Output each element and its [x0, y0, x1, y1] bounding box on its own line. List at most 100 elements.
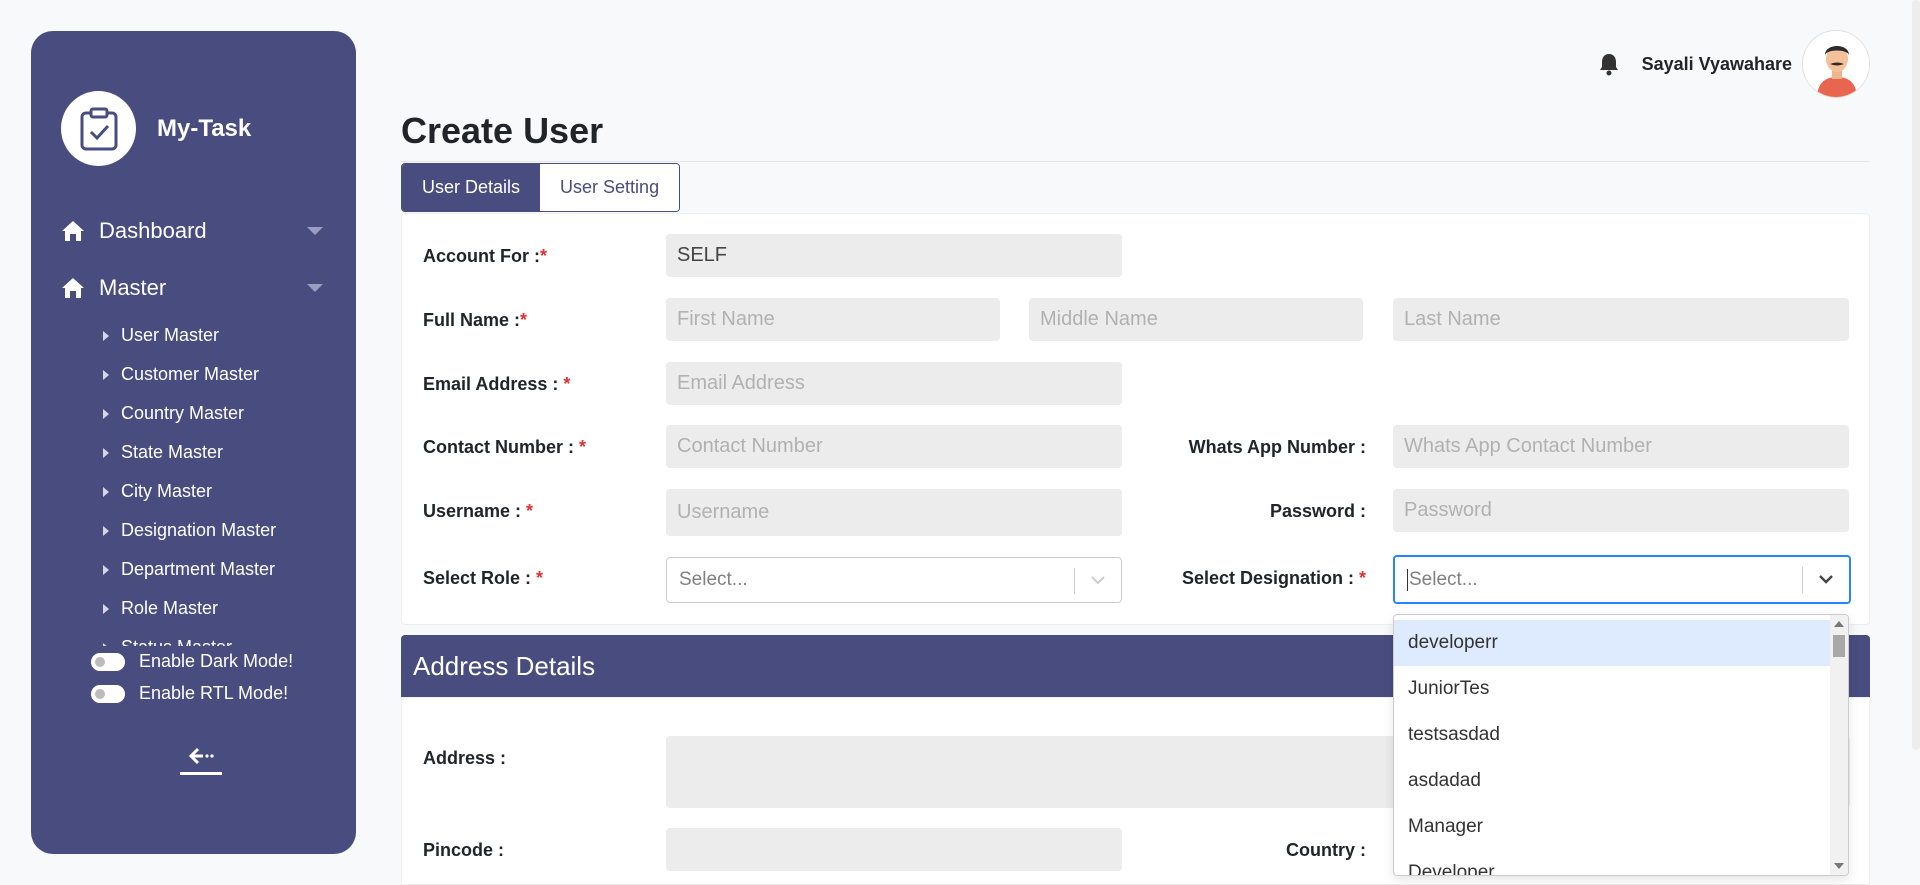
dark-mode-toggle[interactable] — [91, 652, 125, 671]
select-role-label: Select Role : * — [423, 568, 544, 588]
submenu-item-status-master[interactable]: Status Master — [103, 628, 353, 646]
select-role-dropdown[interactable]: Select... — [666, 557, 1122, 603]
submenu-label: State Master — [121, 442, 224, 462]
submenu-label: Department Master — [121, 559, 276, 579]
user-header: Sayali Vyawahare — [1598, 30, 1870, 98]
sidebar: My-Task Dashboard Master User Master Cus… — [31, 31, 356, 854]
select-designation-dropdown[interactable]: Select... — [1393, 555, 1851, 604]
caret-right-icon — [103, 447, 109, 458]
username-label: Username : * — [423, 501, 534, 521]
whatsapp-number-input[interactable]: Whats App Contact Number — [1393, 425, 1849, 468]
rtl-mode-toggle[interactable] — [91, 684, 125, 703]
dark-mode-label: Enable Dark Mode! — [139, 651, 294, 671]
email-input[interactable]: Email Address — [666, 362, 1122, 405]
select-role-placeholder: Select... — [679, 569, 748, 590]
submenu-item-department-master[interactable]: Department Master — [103, 550, 353, 589]
page-title: Create User — [401, 110, 604, 151]
user-details-card: Account For :* SELF Full Name :* First N… — [401, 213, 1870, 625]
first-name-input[interactable]: First Name — [666, 298, 1000, 341]
nav-item-master[interactable]: Master — [61, 275, 323, 301]
option-testsasdad[interactable]: testsasdad — [1394, 712, 1830, 758]
option-developer[interactable]: Developer — [1394, 850, 1830, 875]
submenu-label: Designation Master — [121, 520, 277, 540]
password-label: Password : — [1269, 501, 1366, 521]
select-designation-label: Select Designation : * — [1181, 568, 1366, 588]
separator — [1802, 567, 1803, 593]
nav-item-dashboard[interactable]: Dashboard — [61, 218, 323, 244]
scroll-down-icon[interactable] — [1834, 863, 1844, 869]
submenu-label: Country Master — [121, 403, 245, 423]
rtl-mode-toggle-row[interactable]: Enable RTL Mode! — [91, 683, 288, 704]
underline — [180, 772, 222, 775]
pincode-input[interactable] — [666, 828, 1122, 871]
designation-options-menu: developerr JuniorTes testsasdad asdadad … — [1393, 614, 1849, 876]
scroll-thumb[interactable] — [1833, 635, 1845, 657]
contact-number-input[interactable]: Contact Number — [666, 425, 1122, 468]
submenu-label: City Master — [121, 481, 213, 501]
account-for-label: Account For :* — [423, 246, 548, 266]
tab-user-setting[interactable]: User Setting — [540, 164, 680, 211]
caret-right-icon — [103, 525, 109, 536]
clipboard-icon — [61, 91, 136, 166]
page-scrollbar[interactable] — [1912, 0, 1920, 885]
chevron-down-icon[interactable] — [1089, 571, 1107, 589]
caret-right-icon — [103, 642, 109, 646]
divider — [401, 161, 1870, 162]
caret-down-icon — [307, 284, 323, 292]
submenu-label: User Master — [121, 325, 220, 345]
submenu-item-country-master[interactable]: Country Master — [103, 394, 353, 433]
options-list: developerr JuniorTes testsasdad asdadad … — [1394, 620, 1830, 875]
chevron-down-icon[interactable] — [1817, 570, 1835, 588]
brand-name: My-Task — [157, 114, 252, 142]
middle-name-input[interactable]: Middle Name — [1029, 298, 1363, 341]
options-scrollbar[interactable] — [1830, 615, 1848, 875]
full-name-label: Full Name :* — [423, 310, 528, 330]
email-label: Email Address : * — [423, 374, 571, 394]
caret-right-icon — [103, 330, 109, 341]
page-scroll-thumb[interactable] — [1912, 0, 1920, 750]
form-tabs: User Details User Setting — [401, 163, 681, 212]
submenu-item-user-master[interactable]: User Master — [103, 316, 353, 355]
avatar[interactable] — [1802, 30, 1870, 98]
username[interactable]: Sayali Vyawahare — [1642, 54, 1792, 75]
username-input[interactable]: Username — [666, 489, 1122, 536]
password-input[interactable]: Password — [1393, 489, 1849, 532]
caret-down-icon — [307, 227, 323, 235]
country-label: Country : — [1286, 840, 1366, 860]
submenu-item-state-master[interactable]: State Master — [103, 433, 353, 472]
master-submenu: User Master Customer Master Country Mast… — [103, 316, 353, 646]
whatsapp-label: Whats App Number : — [1188, 437, 1366, 457]
nav-label: Dashboard — [99, 218, 207, 243]
bell-icon[interactable] — [1598, 52, 1620, 76]
account-for-field[interactable]: SELF — [666, 234, 1122, 277]
option-juniortes[interactable]: JuniorTes — [1394, 666, 1830, 712]
arrow-left-icon — [188, 747, 214, 765]
submenu-item-role-master[interactable]: Role Master — [103, 589, 353, 628]
sidebar-collapse-button[interactable] — [179, 746, 223, 782]
option-asdadad[interactable]: asdadad — [1394, 758, 1830, 804]
option-manager[interactable]: Manager — [1394, 804, 1830, 850]
last-name-input[interactable]: Last Name — [1393, 298, 1849, 341]
submenu-label: Status Master — [121, 637, 232, 646]
submenu-item-city-master[interactable]: City Master — [103, 472, 353, 511]
submenu-item-designation-master[interactable]: Designation Master — [103, 511, 353, 550]
submenu-item-customer-master[interactable]: Customer Master — [103, 355, 353, 394]
caret-right-icon — [103, 564, 109, 575]
home-icon — [62, 278, 84, 298]
dark-mode-toggle-row[interactable]: Enable Dark Mode! — [91, 651, 293, 672]
text-cursor — [1407, 568, 1408, 591]
address-label: Address : — [423, 748, 507, 768]
home-icon — [62, 221, 84, 241]
contact-label: Contact Number : * — [423, 437, 587, 457]
option-developerr[interactable]: developerr — [1394, 620, 1830, 666]
caret-right-icon — [103, 408, 109, 419]
brand[interactable]: My-Task — [61, 91, 251, 166]
rtl-mode-label: Enable RTL Mode! — [139, 683, 289, 703]
pincode-label: Pincode : — [423, 840, 505, 860]
select-designation-placeholder: Select... — [1409, 568, 1478, 590]
tab-user-details[interactable]: User Details — [402, 164, 541, 211]
caret-right-icon — [103, 486, 109, 497]
submenu-label: Customer Master — [121, 364, 260, 384]
caret-right-icon — [103, 369, 109, 380]
scroll-up-icon[interactable] — [1834, 621, 1844, 627]
